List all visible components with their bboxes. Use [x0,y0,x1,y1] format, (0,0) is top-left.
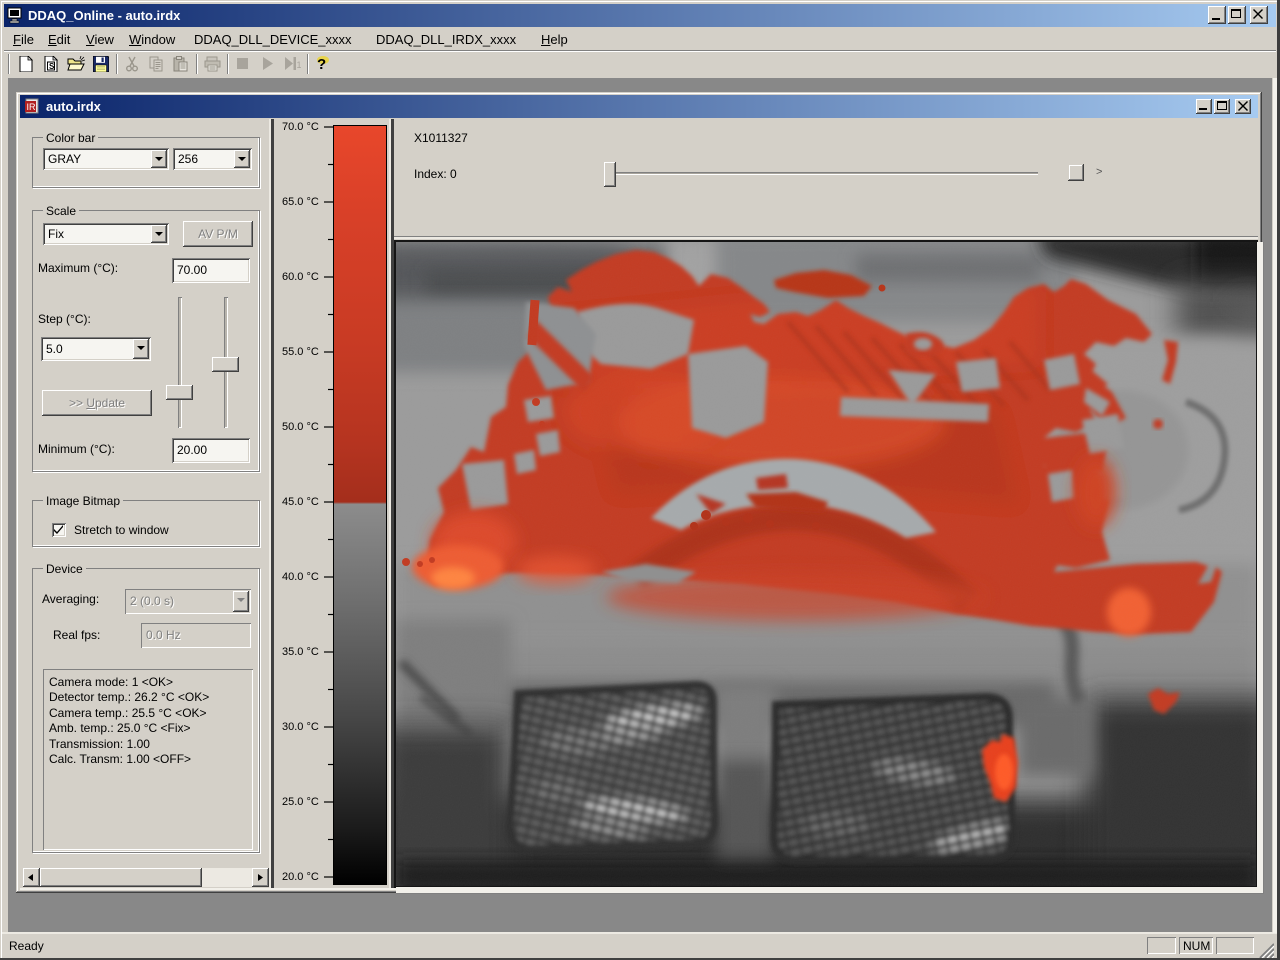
svg-text:IR: IR [27,102,37,112]
svg-text:1: 1 [297,60,302,70]
svg-text:S: S [49,62,55,71]
svg-text:?: ? [317,56,326,72]
